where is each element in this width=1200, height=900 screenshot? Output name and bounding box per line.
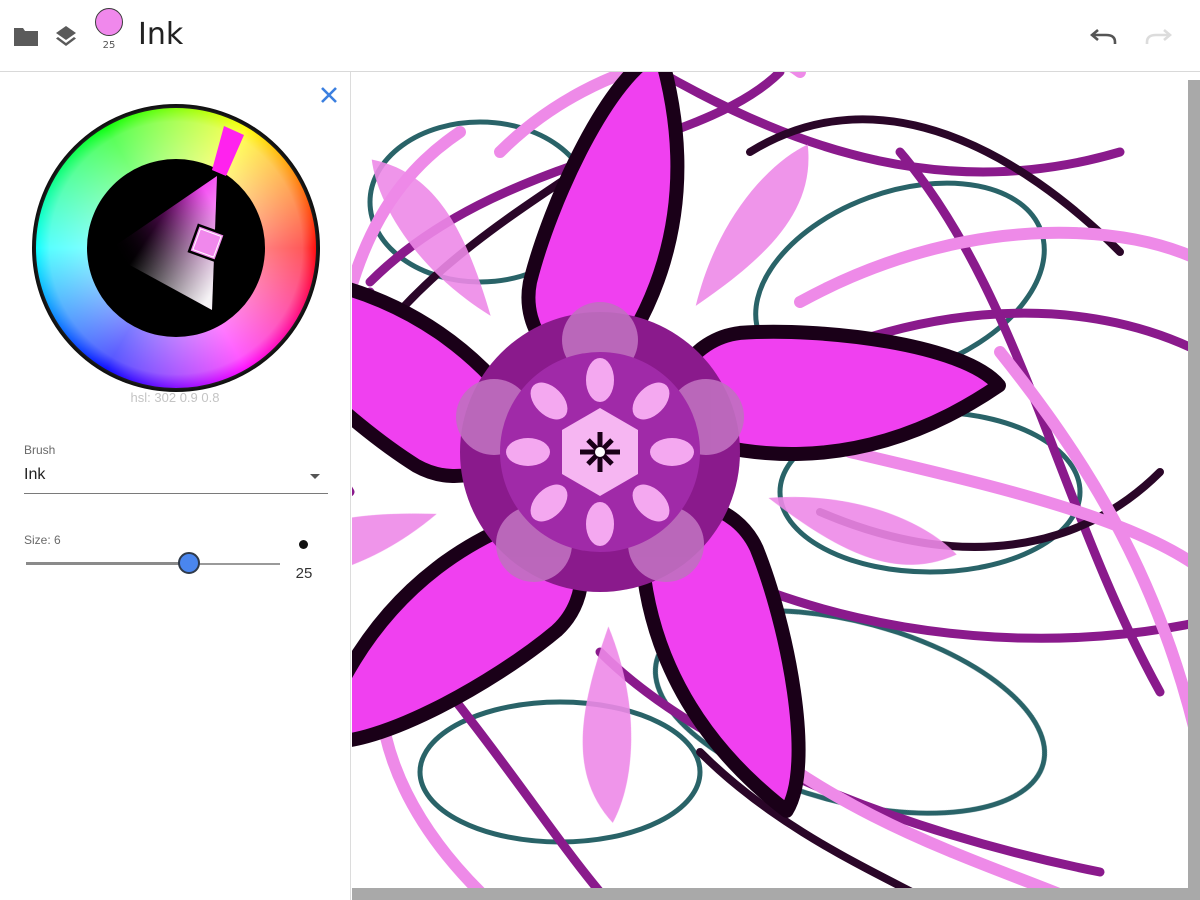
size-max-value: 25 [295, 565, 313, 582]
size-slider[interactable] [26, 550, 280, 578]
brush-size-badge: 25 [102, 40, 116, 51]
current-color-swatch [95, 8, 123, 36]
layers-button[interactable] [52, 22, 80, 50]
brush-panel: hsl: 302 0.9 0.8 Brush Ink Size: 6 25 [0, 72, 350, 900]
drawing-canvas[interactable] [352, 72, 1188, 888]
tool-title: Ink [138, 17, 184, 52]
folder-icon [14, 28, 38, 46]
brush-size-preview-dot [299, 540, 308, 549]
brush-select-value: Ink [24, 466, 46, 483]
color-picker-button[interactable]: 25 [92, 8, 126, 54]
undo-icon [1090, 29, 1117, 44]
chevron-down-icon [310, 474, 320, 479]
top-toolbar: 25 Ink [0, 0, 1200, 72]
brush-select[interactable]: Ink [24, 462, 328, 494]
hue-marker[interactable] [212, 126, 244, 176]
mandala-drawing [352, 72, 1188, 888]
layers-icon [56, 26, 76, 46]
close-icon [321, 87, 337, 103]
brush-label: Brush [24, 443, 56, 457]
redo-button[interactable] [1142, 22, 1174, 50]
undo-button[interactable] [1088, 22, 1120, 50]
size-slider-thumb[interactable] [177, 552, 200, 574]
open-file-button[interactable] [12, 22, 40, 50]
redo-icon [1145, 29, 1172, 44]
color-wheel[interactable] [32, 104, 320, 392]
size-label: Size: 6 [24, 533, 61, 547]
hsl-readout: hsl: 302 0.9 0.8 [130, 390, 220, 405]
size-slider-fill [26, 562, 189, 565]
